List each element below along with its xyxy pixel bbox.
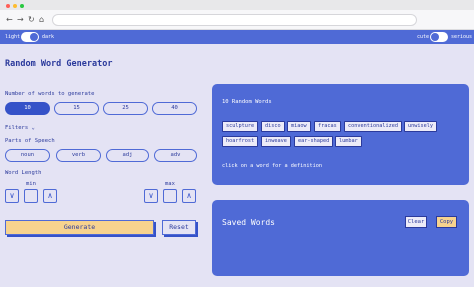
count-option-10[interactable]: 10 bbox=[5, 102, 50, 115]
generate-button[interactable]: Generate bbox=[5, 220, 154, 235]
theme-light-label: light bbox=[5, 34, 21, 40]
max-increase-button[interactable]: ∧ bbox=[182, 189, 196, 203]
word-chip[interactable]: fracas bbox=[314, 121, 341, 132]
count-option-40[interactable]: 40 bbox=[152, 102, 197, 115]
word-length-label: Word Length bbox=[5, 170, 42, 176]
filters-label: Filters bbox=[5, 125, 29, 131]
tone-toggle[interactable] bbox=[430, 32, 448, 42]
copy-button[interactable]: Copy bbox=[436, 216, 457, 228]
browser-toolbar: ← → ↻ ⌂ bbox=[0, 10, 474, 30]
max-length-label: max bbox=[165, 181, 175, 187]
word-chip[interactable]: ear-shaped bbox=[294, 136, 334, 147]
home-icon[interactable]: ⌂ bbox=[39, 14, 44, 26]
definition-hint: click on a word for a definition bbox=[222, 163, 322, 169]
word-chip[interactable]: miaow bbox=[287, 121, 311, 132]
minimize-window-icon[interactable] bbox=[13, 4, 17, 8]
random-words-panel: 10 Random Words sculpture disco miaow fr… bbox=[212, 84, 469, 185]
word-count-label: Number of words to generate bbox=[5, 91, 95, 97]
min-length-label: min bbox=[26, 181, 36, 187]
pos-option-adv[interactable]: adv bbox=[154, 149, 197, 162]
forward-arrow-icon[interactable]: → bbox=[17, 14, 24, 26]
tone-toggle-knob bbox=[431, 33, 439, 41]
random-words-title: 10 Random Words bbox=[222, 99, 272, 105]
count-option-25[interactable]: 25 bbox=[103, 102, 148, 115]
clear-button[interactable]: Clear bbox=[405, 216, 427, 228]
pos-option-adj[interactable]: adj bbox=[106, 149, 149, 162]
app-topbar: light dark cute serious bbox=[0, 30, 474, 44]
page-title: Random Word Generator bbox=[5, 59, 113, 69]
address-bar[interactable] bbox=[52, 14, 417, 26]
pos-option-noun[interactable]: noun bbox=[5, 149, 50, 162]
word-chip[interactable]: sculpture bbox=[222, 121, 259, 132]
max-decrease-button[interactable]: ∨ bbox=[144, 189, 158, 203]
max-length-field[interactable] bbox=[163, 189, 177, 203]
browser-title-bar bbox=[0, 0, 474, 10]
theme-toggle[interactable] bbox=[21, 32, 39, 42]
word-chip[interactable]: hoarfrost bbox=[222, 136, 259, 147]
chevron-down-icon: ⌄ bbox=[31, 125, 35, 131]
count-option-15[interactable]: 15 bbox=[54, 102, 99, 115]
theme-dark-label: dark bbox=[42, 34, 55, 40]
filters-toggle[interactable]: Filters ⌄ bbox=[5, 124, 35, 132]
tone-cute-label: cute bbox=[417, 34, 430, 40]
close-window-icon[interactable] bbox=[6, 4, 10, 8]
back-arrow-icon[interactable]: ← bbox=[6, 14, 13, 26]
word-chip[interactable]: inweave bbox=[261, 136, 291, 147]
saved-words-title: Saved Words bbox=[222, 218, 275, 227]
word-chip[interactable]: lumbar bbox=[335, 136, 362, 147]
word-chip[interactable]: disco bbox=[261, 121, 285, 132]
maximize-window-icon[interactable] bbox=[20, 4, 24, 8]
reload-icon[interactable]: ↻ bbox=[28, 14, 35, 26]
word-chip[interactable]: unwisely bbox=[404, 121, 437, 132]
theme-toggle-knob bbox=[30, 33, 38, 41]
min-decrease-button[interactable]: ∨ bbox=[5, 189, 19, 203]
saved-words-panel: Saved Words Clear Copy bbox=[212, 200, 469, 276]
parts-of-speech-label: Parts of Speech bbox=[5, 138, 55, 144]
min-length-field[interactable] bbox=[24, 189, 38, 203]
reset-button[interactable]: Reset bbox=[162, 220, 196, 235]
word-chip[interactable]: conventionalized bbox=[344, 121, 402, 132]
min-increase-button[interactable]: ∧ bbox=[43, 189, 57, 203]
pos-option-verb[interactable]: verb bbox=[56, 149, 101, 162]
tone-serious-label: serious bbox=[451, 34, 473, 40]
